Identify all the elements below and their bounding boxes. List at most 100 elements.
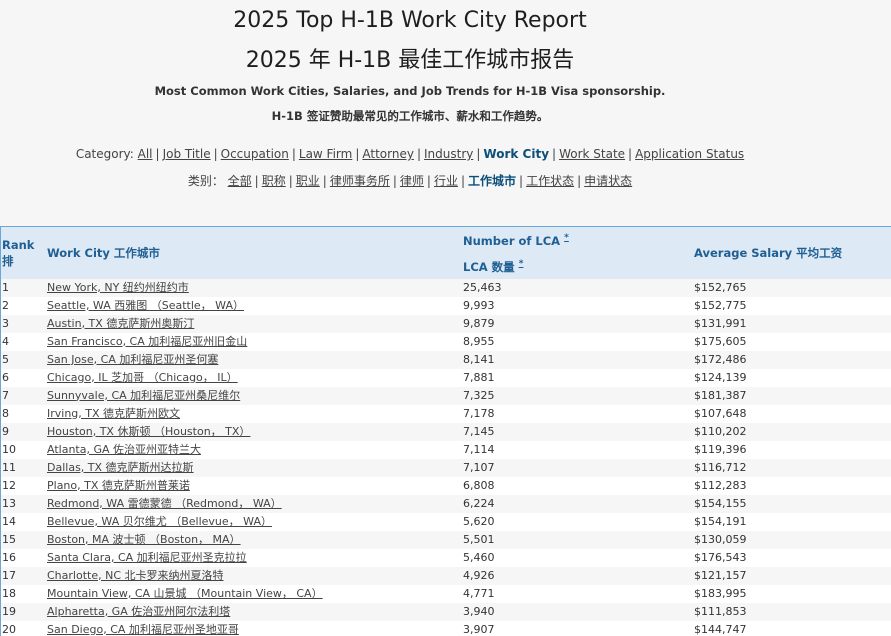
table-row: 7 Sunnyvale, CA 加利福尼亚州桑尼维尔 7,325 $181,387 xyxy=(1,386,891,405)
work-city-cell: Dallas, TX 德克萨斯州达拉斯 xyxy=(47,459,463,477)
work-city-link[interactable]: San Diego, CA 加利福尼亚州圣地亚哥 xyxy=(47,623,239,636)
rank-cell: 15 xyxy=(2,532,16,546)
work-city-cell: Redmond, WA 雷德蒙德 （Redmond， WA） xyxy=(47,495,463,513)
table-row: 9 Houston, TX 休斯顿 （Houston， TX） 7,145 $110,… xyxy=(1,422,891,441)
lca-count-cell: 3,907 xyxy=(463,622,495,636)
work-city-link[interactable]: Seattle, WA 西雅图 （Seattle， WA） xyxy=(47,299,244,312)
work-city-link[interactable]: Sunnyvale, CA 加利福尼亚州桑尼维尔 xyxy=(47,389,240,402)
average-salary-cell: $154,155 xyxy=(694,496,747,510)
category-zh-link-6[interactable]: 工作城市 xyxy=(468,174,516,188)
table-row: 11 Dallas, TX 德克萨斯州达拉斯 7,107 $116,712 xyxy=(1,458,891,477)
nav-separator: | xyxy=(519,174,524,188)
nav-separator: | xyxy=(213,147,218,161)
category-zh-link-2[interactable]: 职业 xyxy=(296,174,320,188)
category-en-link-0[interactable]: All xyxy=(138,147,153,161)
average-salary-cell: $181,387 xyxy=(694,388,747,402)
category-en-link-4[interactable]: Attorney xyxy=(362,147,414,161)
lca-count-cell: 7,114 xyxy=(463,442,495,456)
rank-cell: 1 xyxy=(2,280,9,294)
average-salary-cell: $144,747 xyxy=(694,622,747,636)
average-salary-cell: $152,775 xyxy=(694,298,747,312)
category-zh-link-1[interactable]: 职称 xyxy=(262,174,286,188)
table-row: 15 Boston, MA 波士顿 （Boston， MA） 5,501 $130,0… xyxy=(1,530,891,549)
lca-count-cell: 25,463 xyxy=(463,280,502,294)
work-city-link[interactable]: New York, NY 纽约州纽约市 xyxy=(47,281,189,294)
work-city-cell: Houston, TX 休斯顿 （Houston， TX） xyxy=(47,423,463,441)
category-zh-link-4[interactable]: 律师 xyxy=(400,174,424,188)
table-row: 16 Santa Clara, CA 加利福尼亚州圣克拉拉 5,460 $176,54… xyxy=(1,548,891,567)
work-city-link[interactable]: Irving, TX 德克萨斯州欧文 xyxy=(47,407,180,420)
average-salary-header: Average Salary 平均工资 xyxy=(694,245,843,260)
work-city-link[interactable]: Plano, TX 德克萨斯州普莱诺 xyxy=(47,479,190,492)
work-city-link[interactable]: Dallas, TX 德克萨斯州达拉斯 xyxy=(47,461,194,474)
category-en-link-8[interactable]: Application Status xyxy=(635,147,744,161)
lca-count-header: Number of LCA * LCA 数量 * xyxy=(463,227,694,279)
lca-count-cell: 7,107 xyxy=(463,460,495,474)
rank-cell: 2 xyxy=(2,298,9,312)
nav-separator: | xyxy=(155,147,160,161)
work-city-cell: Bellevue, WA 贝尔维尤 （Bellevue， WA） xyxy=(47,513,463,531)
lca-count-cell: 7,145 xyxy=(463,424,495,438)
work-city-link[interactable]: Mountain View, CA 山景城 （Mountain View， CA… xyxy=(47,587,323,600)
work-city-link[interactable]: Charlotte, NC 北卡罗来纳州夏洛特 xyxy=(47,569,224,582)
work-city-link[interactable]: San Francisco, CA 加利福尼亚州旧金山 xyxy=(47,335,247,348)
rank-cell: 19 xyxy=(2,604,16,618)
lca-sort-link-en[interactable]: * xyxy=(564,233,569,243)
work-city-cell: New York, NY 纽约州纽约市 xyxy=(47,279,463,297)
lca-count-cell: 9,993 xyxy=(463,298,495,312)
rank-cell: 10 xyxy=(2,442,16,456)
work-city-link[interactable]: Bellevue, WA 贝尔维尤 （Bellevue， WA） xyxy=(47,515,272,528)
lca-header-en: Number of LCA xyxy=(463,233,561,248)
average-salary-cell: $131,991 xyxy=(694,316,747,330)
category-zh-link-7[interactable]: 工作状态 xyxy=(526,174,574,188)
work-city-link[interactable]: Chicago, IL 芝加哥 （Chicago， IL） xyxy=(47,371,238,384)
work-city-link[interactable]: Alpharetta, GA 佐治亚州阿尔法利塔 xyxy=(47,605,230,618)
rank-cell: 7 xyxy=(2,388,9,402)
table-row: 18 Mountain View, CA 山景城 （Mountain View， … xyxy=(1,584,891,603)
work-city-link[interactable]: San Jose, CA 加利福尼亚州圣何塞 xyxy=(47,353,218,366)
rank-cell: 12 xyxy=(2,478,16,492)
category-en-link-7[interactable]: Work State xyxy=(559,147,625,161)
work-city-link[interactable]: Austin, TX 德克萨斯州奥斯汀 xyxy=(47,317,194,330)
nav-separator: | xyxy=(288,174,293,188)
nav-separator: | xyxy=(552,147,557,161)
nav-separator: | xyxy=(355,147,360,161)
work-city-cell: Santa Clara, CA 加利福尼亚州圣克拉拉 xyxy=(47,549,463,567)
rank-cell: 14 xyxy=(2,514,16,528)
work-city-link[interactable]: Atlanta, GA 佐治亚州亚特兰大 xyxy=(47,443,201,456)
work-city-link[interactable]: Santa Clara, CA 加利福尼亚州圣克拉拉 xyxy=(47,551,247,564)
lca-count-cell: 8,955 xyxy=(463,334,495,348)
category-en-link-2[interactable]: Occupation xyxy=(221,147,289,161)
category-zh-link-5[interactable]: 行业 xyxy=(434,174,458,188)
table-row: 10 Atlanta, GA 佐治亚州亚特兰大 7,114 $119,396 xyxy=(1,440,891,459)
rank-cell: 5 xyxy=(2,352,9,366)
table-row: 19 Alpharetta, GA 佐治亚州阿尔法利塔 3,940 $111,853 xyxy=(1,602,891,621)
work-city-link[interactable]: Redmond, WA 雷德蒙德 （Redmond， WA） xyxy=(47,497,282,510)
rank-cell: 17 xyxy=(2,568,16,582)
lca-count-cell: 3,940 xyxy=(463,604,495,618)
work-city-cell: Boston, MA 波士顿 （Boston， MA） xyxy=(47,531,463,549)
work-city-cell: Plano, TX 德克萨斯州普莱诺 xyxy=(47,477,463,495)
table-row: 3 Austin, TX 德克萨斯州奥斯汀 9,879 $131,991 xyxy=(1,314,891,333)
category-en-link-6[interactable]: Work City xyxy=(483,147,549,161)
category-en-link-3[interactable]: Law Firm xyxy=(299,147,352,161)
category-zh-link-0[interactable]: 全部 xyxy=(228,174,252,188)
lca-count-cell: 8,141 xyxy=(463,352,495,366)
nav-separator: | xyxy=(426,174,431,188)
table-row: 12 Plano, TX 德克萨斯州普莱诺 6,808 $112,283 xyxy=(1,476,891,495)
category-zh-link-3[interactable]: 律师事务所 xyxy=(330,174,390,188)
work-city-link[interactable]: Boston, MA 波士顿 （Boston， MA） xyxy=(47,533,241,546)
lca-sort-link-zh[interactable]: * xyxy=(519,259,524,269)
rank-cell: 9 xyxy=(2,424,9,438)
average-salary-cell: $119,396 xyxy=(694,442,747,456)
work-city-cell: Alpharetta, GA 佐治亚州阿尔法利塔 xyxy=(47,603,463,621)
lca-header-zh-line: LCA 数量 * xyxy=(463,253,694,279)
average-salary-cell: $111,853 xyxy=(694,604,747,618)
category-zh-link-8[interactable]: 申请状态 xyxy=(584,174,632,188)
rank-cell: 18 xyxy=(2,586,16,600)
work-city-table-container: Rank 排 Work City 工作城市 Number of LCA * LC… xyxy=(0,226,891,636)
category-en-link-5[interactable]: Industry xyxy=(424,147,473,161)
average-salary-cell: $110,202 xyxy=(694,424,747,438)
category-en-link-1[interactable]: Job Title xyxy=(163,147,211,161)
work-city-link[interactable]: Houston, TX 休斯顿 （Houston， TX） xyxy=(47,425,250,438)
